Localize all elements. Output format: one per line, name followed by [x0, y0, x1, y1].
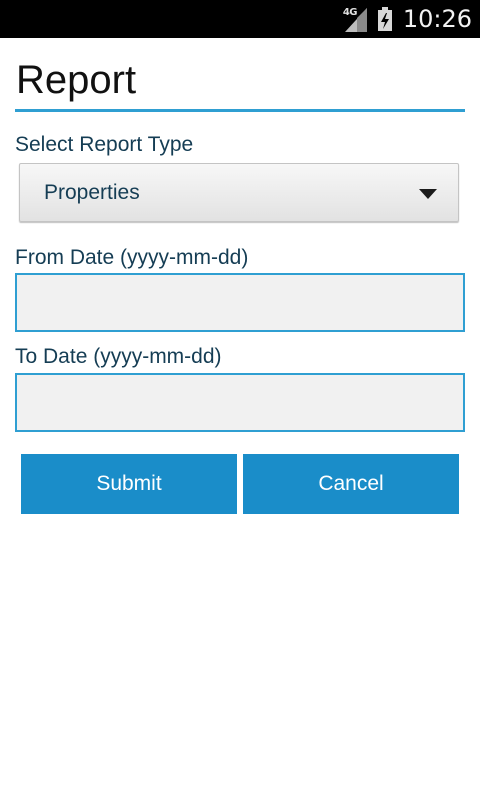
status-bar: 4G 10:26: [0, 0, 480, 38]
report-type-dropdown[interactable]: Properties: [19, 163, 459, 222]
to-date-field[interactable]: [15, 373, 465, 432]
battery-charging-icon: [377, 6, 393, 32]
from-date-label: From Date (yyyy-mm-dd): [15, 246, 249, 269]
report-type-label: Select Report Type: [15, 133, 194, 156]
title-divider: [15, 109, 465, 112]
cancel-button[interactable]: Cancel: [243, 454, 459, 514]
from-date-field[interactable]: [15, 273, 465, 332]
report-type-selected-value: Properties: [44, 181, 140, 204]
to-date-label: To Date (yyyy-mm-dd): [15, 345, 222, 368]
signal-icon: 4G: [343, 6, 369, 32]
submit-button[interactable]: Submit: [21, 454, 237, 514]
status-icons: 4G 10:26: [343, 0, 472, 38]
status-clock: 10:26: [402, 5, 472, 33]
page-title: Report: [16, 58, 137, 102]
dropdown-arrow-icon: [419, 189, 437, 199]
